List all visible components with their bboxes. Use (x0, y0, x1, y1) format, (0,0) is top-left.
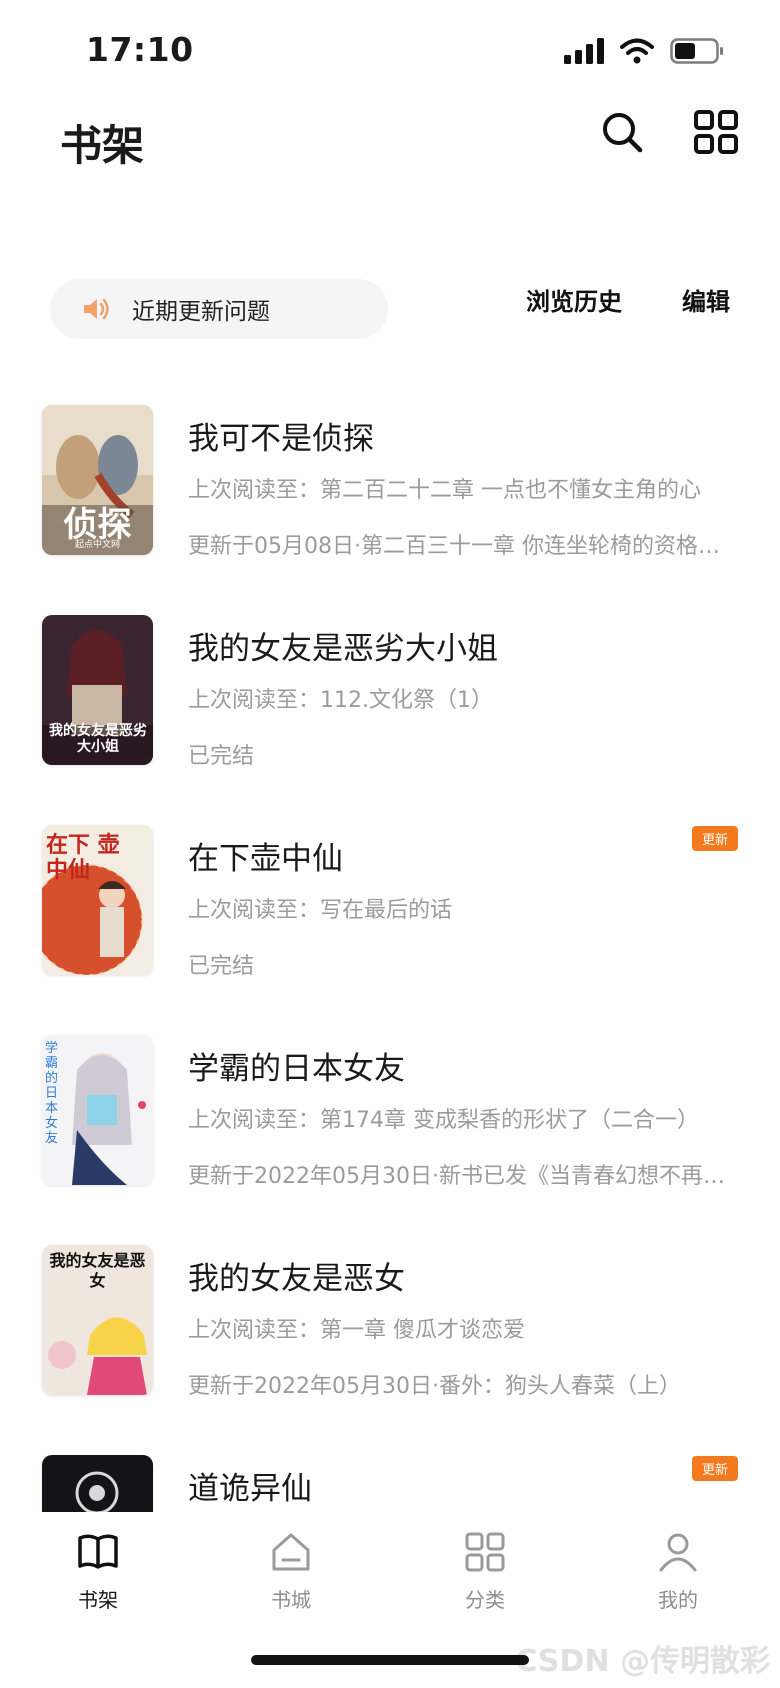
book-title: 在下壶中仙 (188, 841, 343, 877)
category-icon (465, 1532, 505, 1572)
battery-icon (670, 38, 723, 64)
wifi-icon (620, 38, 654, 64)
last-read: 上次阅读至：第一章 傻瓜才谈恋爱 (188, 1318, 525, 1343)
profile-icon (659, 1533, 697, 1572)
cover-title: 我的女友是恶劣大小姐 (49, 723, 147, 755)
book-item[interactable]: 侦探 起点中文网 我可不是侦探 上次阅读至：第二百二十二章 一点也不懂女主角的心… (0, 405, 780, 615)
update-status: 更新于2022年05月30日·新书已发《当青春幻想不再是幻想》 (188, 1164, 733, 1189)
update-status: 已完结 (188, 744, 255, 769)
book-cover: 学霸的日本女友 (42, 1035, 153, 1185)
last-read: 上次阅读至：写在最后的话 (188, 898, 453, 923)
book-item[interactable]: 在下 壶中仙 更新 在下壶中仙 上次阅读至：写在最后的话 已完结 (0, 825, 780, 1035)
book-title: 学霸的日本女友 (188, 1051, 405, 1087)
book-item[interactable]: 我的女友是恶女 我的女友是恶女 上次阅读至：第一章 傻瓜才谈恋爱 更新于2022… (0, 1245, 780, 1455)
update-status: 更新于2022年05月30日·番外：狗头人春菜（上） (188, 1374, 681, 1399)
cover-title: 学霸的日本女友 (45, 1041, 59, 1146)
book-title: 我的女友是恶女 (188, 1261, 405, 1297)
cover-title: 我的女友是恶女 (49, 1251, 146, 1290)
tab-category[interactable]: 分类 (425, 1530, 545, 1613)
book-title: 我的女友是恶劣大小姐 (188, 631, 498, 667)
update-badge: 更新 (691, 1456, 738, 1481)
home-indicator[interactable] (251, 1655, 529, 1665)
book-cover: 在下 壶中仙 (42, 825, 153, 975)
home-icon (272, 1533, 310, 1571)
last-read: 上次阅读至：第二百二十二章 一点也不懂女主角的心 (188, 478, 701, 503)
book-title: 道诡异仙 (188, 1471, 312, 1507)
last-read: 上次阅读至：第174章 变成梨香的形状了（二合一） (188, 1108, 699, 1133)
cover-title: 在下 壶中仙 (46, 833, 120, 883)
last-read: 上次阅读至：112.文化祭（1） (188, 688, 493, 713)
tab-label: 书城 (271, 1588, 311, 1612)
speaker-icon (84, 298, 109, 320)
tab-bar: 书架 书城 分类 我的 (0, 1512, 780, 1622)
signal-icon (564, 38, 604, 64)
book-title: 我可不是侦探 (188, 421, 374, 457)
book-item[interactable]: 我的女友是恶劣大小姐 我的女友是恶劣大小姐 上次阅读至：112.文化祭（1） 已… (0, 615, 780, 825)
book-cover: 我的女友是恶劣大小姐 (42, 615, 153, 765)
grid-icon[interactable] (692, 108, 740, 156)
book-item[interactable]: 更新 道诡异仙 (0, 1455, 780, 1512)
update-status: 更新于05月08日·第二百三十一章 你连坐轮椅的资格都没有 (188, 534, 733, 559)
history-link[interactable]: 浏览历史 (526, 282, 622, 317)
book-cover: 我的女友是恶女 (42, 1245, 153, 1395)
status-time: 17:10 (86, 30, 194, 69)
book-icon (78, 1534, 118, 1569)
book-item[interactable]: 学霸的日本女友 学霸的日本女友 上次阅读至：第174章 变成梨香的形状了（二合一… (0, 1035, 780, 1245)
edit-link[interactable]: 编辑 (682, 282, 730, 317)
book-cover: 侦探 起点中文网 (42, 405, 153, 555)
update-status: 已完结 (188, 954, 255, 979)
book-cover (42, 1455, 153, 1512)
tab-bookstore[interactable]: 书城 (231, 1530, 351, 1613)
update-notice[interactable]: 近期更新问题 (50, 279, 388, 339)
cover-publisher: 起点中文网 (74, 540, 120, 550)
tab-label: 我的 (658, 1588, 698, 1612)
tab-profile[interactable]: 我的 (618, 1530, 738, 1613)
update-badge: 更新 (691, 826, 738, 851)
tab-label: 分类 (465, 1588, 505, 1612)
status-icons (564, 38, 724, 64)
tab-label: 书架 (78, 1588, 118, 1612)
search-icon[interactable] (598, 108, 646, 156)
watermark: CSDN @传明散彩 (515, 1644, 770, 1679)
page-title: 书架 (60, 121, 145, 170)
notice-text: 近期更新问题 (132, 299, 270, 325)
tab-bookshelf[interactable]: 书架 (38, 1530, 158, 1613)
